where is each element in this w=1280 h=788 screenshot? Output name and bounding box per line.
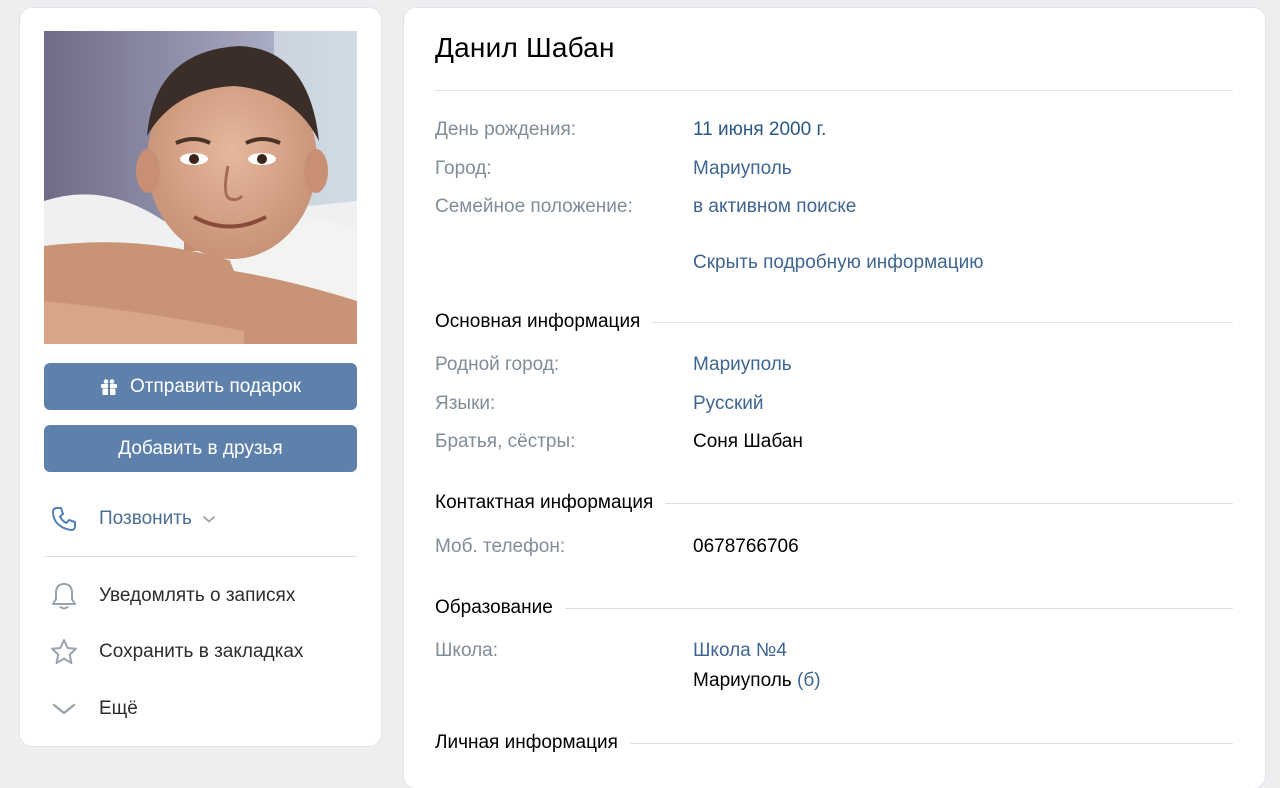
call-label: Позвонить <box>99 508 192 529</box>
school-link[interactable]: Школа №4 <box>693 640 787 662</box>
chevron-down-icon <box>44 701 84 717</box>
divider <box>44 556 357 557</box>
hometown-link[interactable]: Мариуполь <box>693 354 792 376</box>
birthday-link[interactable]: 11 июня 2000 г. <box>693 119 826 141</box>
section-divider <box>629 742 1233 744</box>
info-label: Школа: <box>435 640 499 661</box>
info-row-languages: Языки: Русский <box>435 393 1233 423</box>
star-icon <box>44 637 84 667</box>
school-city: Мариуполь <box>693 670 792 691</box>
profile-photo[interactable] <box>44 31 357 344</box>
section-contact-info: Контактная информация <box>435 488 1233 518</box>
add-friend-label: Добавить в друзья <box>118 437 283 459</box>
section-personal-info: Личная информация <box>435 728 1233 758</box>
info-label: Братья, сёстры: <box>435 431 576 452</box>
page-title: Данил Шабан <box>435 32 615 63</box>
info-row-hometown: Родной город: Мариуполь <box>435 354 1233 384</box>
info-row-siblings: Братья, сёстры: Соня Шабан <box>435 431 1233 461</box>
phone-value: 0678766706 <box>693 536 799 557</box>
info-row-school: Школа: Школа №4 <box>435 640 1233 670</box>
info-row-phone: Моб. телефон: 0678766706 <box>435 536 1233 566</box>
sibling-name: Соня Шабан <box>693 431 803 452</box>
info-label: День рождения: <box>435 119 577 140</box>
info-row-birthday: День рождения: 11 июня 2000 г. <box>435 119 1233 149</box>
divider <box>435 90 1233 91</box>
more-button[interactable]: Ещё <box>44 689 357 729</box>
section-title: Образование <box>435 597 553 618</box>
bookmark-label: Сохранить в закладках <box>99 641 304 662</box>
call-button[interactable]: Позвонить <box>44 499 357 539</box>
info-label: Моб. телефон: <box>435 536 566 557</box>
info-label: Семейное положение: <box>435 196 633 217</box>
profile-info-panel: Данил Шабан День рождения: 11 июня 2000 … <box>404 8 1265 788</box>
section-divider <box>652 321 1233 323</box>
notify-label: Уведомлять о записях <box>99 585 296 606</box>
school-class-link[interactable]: (б) <box>797 670 821 691</box>
send-gift-label: Отправить подарок <box>129 375 302 397</box>
bell-icon <box>44 581 84 611</box>
section-divider <box>564 607 1233 609</box>
info-label: Город: <box>435 158 492 179</box>
profile-photo-image <box>44 31 357 344</box>
language-link[interactable]: Русский <box>693 393 764 415</box>
hide-details-link[interactable]: Скрыть подробную информацию <box>693 252 983 274</box>
info-row-relationship: Семейное положение: в активном поиске <box>435 196 1233 226</box>
section-title: Основная информация <box>435 311 641 332</box>
gift-icon <box>100 378 118 396</box>
section-basic-info: Основная информация <box>435 307 1233 337</box>
notify-posts-button[interactable]: Уведомлять о записях <box>44 576 357 616</box>
relationship-link[interactable]: в активном поиске <box>693 196 856 218</box>
section-title: Личная информация <box>435 732 618 753</box>
city-link[interactable]: Мариуполь <box>693 158 792 180</box>
phone-icon <box>44 505 84 533</box>
school-details: Мариуполь (б) <box>693 670 821 692</box>
add-friend-button[interactable]: Добавить в друзья <box>44 425 357 472</box>
bookmark-button[interactable]: Сохранить в закладках <box>44 632 357 672</box>
info-label: Языки: <box>435 393 496 414</box>
section-education: Образование <box>435 593 1233 623</box>
chevron-down-icon <box>202 514 216 524</box>
profile-sidebar: Отправить подарок Добавить в друзья Позв… <box>20 8 381 746</box>
send-gift-button[interactable]: Отправить подарок <box>44 363 357 410</box>
info-label: Родной город: <box>435 354 560 375</box>
section-title: Контактная информация <box>435 492 654 513</box>
section-divider <box>665 502 1233 504</box>
info-row-city: Город: Мариуполь <box>435 158 1233 188</box>
more-label: Ещё <box>99 698 138 719</box>
